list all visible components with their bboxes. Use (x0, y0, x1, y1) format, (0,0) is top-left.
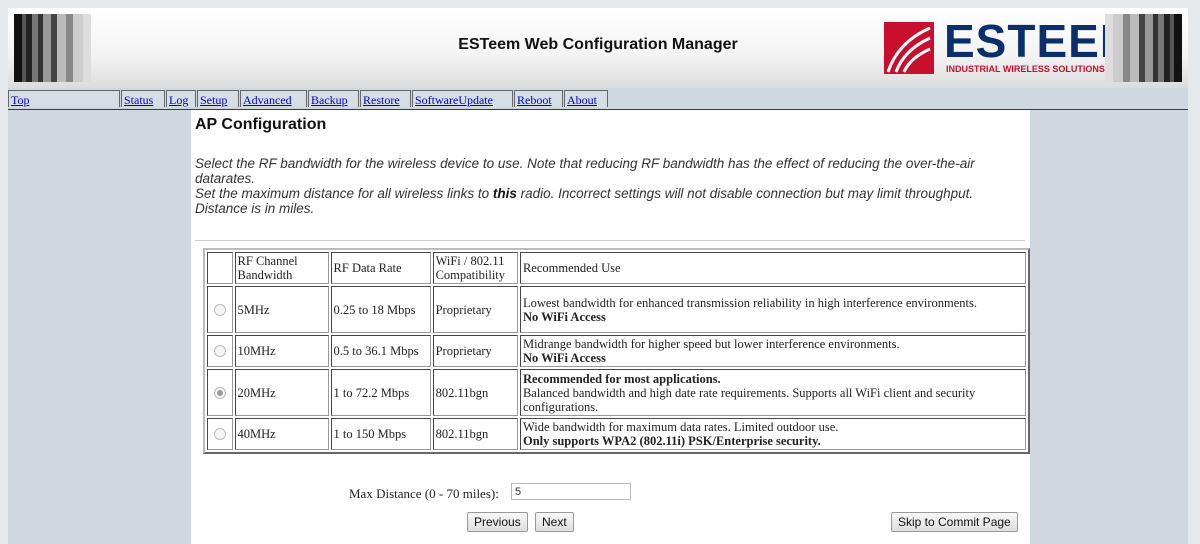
nav-about[interactable]: About (564, 90, 608, 107)
radio-5mhz[interactable] (213, 303, 226, 316)
nav-advanced[interactable]: Advanced (240, 90, 307, 107)
radio-cell (207, 335, 233, 367)
nav-status[interactable]: Status (121, 90, 165, 107)
compat-cell: 802.11bgn (432, 369, 518, 416)
compat-cell: 802.11bgn (432, 418, 518, 450)
header-bandwidth: RF Channel Bandwidth (234, 252, 329, 284)
nav-log[interactable]: Log (166, 90, 196, 107)
rate-cell: 1 to 72.2 Mbps (330, 369, 431, 416)
description-line-2: Set the maximum distance for all wireles… (195, 186, 974, 216)
radio-cell (207, 286, 233, 333)
nav-restore[interactable]: Restore (360, 90, 411, 107)
max-distance-row: Max Distance (0 - 70 miles): (349, 483, 631, 502)
use-cell: Lowest bandwidth for enhanced transmissi… (519, 286, 1026, 333)
nav-software-update[interactable]: SoftwareUpdate (412, 90, 513, 107)
radio-20mhz[interactable] (213, 386, 226, 399)
use-cell: Recommended for most applications. Balanc… (519, 369, 1026, 416)
description: Select the RF bandwidth for the wireless… (195, 156, 1025, 216)
nav-backup[interactable]: Backup (308, 90, 359, 107)
radio-10mhz[interactable] (213, 345, 226, 357)
header-radio-cell (207, 252, 233, 284)
table-row: 5MHz 0.25 to 18 Mbps Proprietary Lowest … (207, 286, 1026, 333)
compat-cell: Proprietary (432, 286, 518, 333)
use-cell: Midrange bandwidth for higher speed but … (519, 335, 1026, 367)
header-rate: RF Data Rate (330, 252, 431, 284)
nav-setup[interactable]: Setup (197, 90, 239, 107)
rate-cell: 0.5 to 36.1 Mbps (330, 335, 431, 367)
logo-tagline: INDUSTRIAL WIRELESS SOLUTIONS (946, 64, 1105, 74)
radio-cell (207, 418, 233, 450)
max-distance-label: Max Distance (0 - 70 miles): (349, 486, 499, 501)
table-header-row: RF Channel Bandwidth RF Data Rate WiFi /… (207, 252, 1026, 284)
bandwidth-cell: 10MHz (234, 335, 329, 367)
header-compat: WiFi / 802.11 Compatibility (432, 252, 518, 284)
nav-reboot[interactable]: Reboot (514, 90, 563, 107)
skip-to-commit-button[interactable]: Skip to Commit Page (891, 512, 1018, 532)
page-title: AP Configuration (195, 116, 327, 133)
rate-cell: 0.25 to 18 Mbps (330, 286, 431, 333)
radio-cell (207, 369, 233, 416)
table-row: 10MHz 0.5 to 36.1 Mbps Proprietary Midra… (207, 335, 1026, 367)
content-panel: AP Configuration Select the RF bandwidth… (191, 110, 1030, 544)
radio-40mhz[interactable] (213, 428, 226, 440)
divider (195, 240, 1025, 241)
right-bars-decoration (1105, 14, 1182, 82)
max-distance-input[interactable] (511, 483, 631, 500)
bandwidth-cell: 5MHz (234, 286, 329, 333)
table-row: 40MHz 1 to 150 Mbps 802.11bgn Wide bandw… (207, 418, 1026, 450)
previous-button[interactable]: Previous (467, 512, 528, 532)
header-use: Recommended Use (519, 252, 1026, 284)
use-cell: Wide bandwidth for maximum data rates. L… (519, 418, 1026, 450)
next-button[interactable]: Next (535, 512, 574, 532)
nav-top[interactable]: Top (8, 90, 120, 107)
table-row: 20MHz 1 to 72.2 Mbps 802.11bgn Recommend… (207, 369, 1026, 416)
bandwidth-cell: 20MHz (234, 369, 329, 416)
header-banner: ESTeem Web Configuration Manager ESTEEM … (8, 8, 1188, 88)
rate-cell: 1 to 150 Mbps (330, 418, 431, 450)
bandwidth-cell: 40MHz (234, 418, 329, 450)
description-line-1: Select the RF bandwidth for the wireless… (195, 156, 975, 186)
compat-cell: Proprietary (432, 335, 518, 367)
logo-swoosh-icon (884, 22, 934, 74)
nav-bar: Top Status Log Setup Advanced Backup Res… (8, 89, 1188, 110)
page-frame: ESTeem Web Configuration Manager ESTEEM … (8, 8, 1188, 544)
bandwidth-table: RF Channel Bandwidth RF Data Rate WiFi /… (203, 248, 1030, 454)
